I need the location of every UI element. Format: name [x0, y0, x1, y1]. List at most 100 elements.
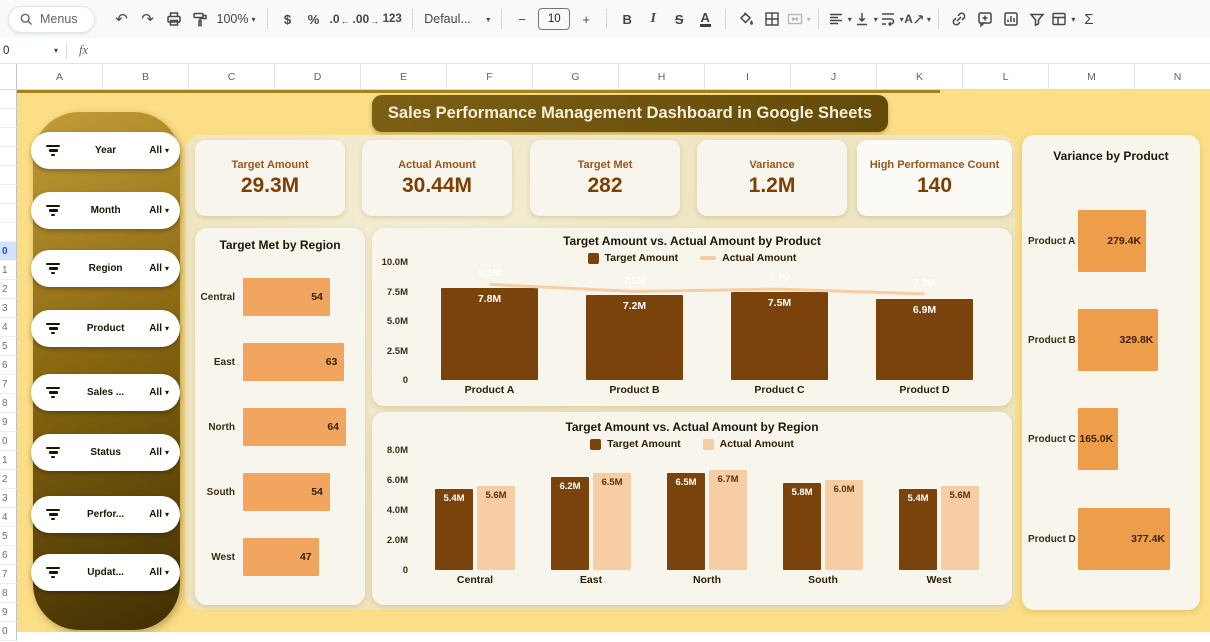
row-header[interactable]: 8 — [0, 394, 17, 413]
filter-pill-perfor[interactable]: Perfor...All▾ — [31, 496, 180, 533]
filter-pill-product[interactable]: ProductAll▾ — [31, 310, 180, 347]
redo-button[interactable]: ↷ — [135, 6, 161, 32]
vertical-align-button[interactable]: ▾ — [852, 6, 878, 32]
filter-value-dropdown[interactable]: All▾ — [149, 323, 169, 334]
filter-value-dropdown[interactable]: All▾ — [149, 509, 169, 520]
borders-button[interactable] — [759, 6, 785, 32]
functions-button[interactable]: Σ — [1076, 6, 1102, 32]
row-header[interactable] — [0, 128, 17, 147]
strikethrough-button[interactable]: S — [666, 6, 692, 32]
fill-color-button[interactable] — [733, 6, 759, 32]
sheet-canvas[interactable]: Sales Performance Management Dashboard i… — [17, 90, 1210, 642]
filter-value-dropdown[interactable]: All▾ — [149, 263, 169, 274]
increase-decimal-button[interactable]: .00→ — [353, 6, 380, 32]
chart-variance-by-product[interactable]: Variance by Product Product A279.4KProdu… — [1022, 135, 1200, 610]
create-filter-button[interactable] — [1024, 6, 1050, 32]
text-wrap-button[interactable]: ▾ — [878, 6, 904, 32]
row-header[interactable]: 1 — [0, 261, 17, 280]
column-header-i[interactable]: I — [705, 64, 791, 89]
filter-pill-sales[interactable]: Sales ...All▾ — [31, 374, 180, 411]
row-header[interactable] — [0, 223, 17, 242]
text-color-button[interactable]: A — [692, 6, 718, 32]
filter-pill-updat[interactable]: Updat...All▾ — [31, 554, 180, 591]
column-header-f[interactable]: F — [447, 64, 533, 89]
insert-comment-button[interactable] — [972, 6, 998, 32]
select-all-corner[interactable] — [0, 64, 17, 89]
format-percent-button[interactable]: % — [301, 6, 327, 32]
row-header[interactable]: 6 — [0, 546, 17, 565]
row-header[interactable] — [0, 109, 17, 128]
row-header[interactable]: 0 — [0, 432, 17, 451]
row-header[interactable]: 3 — [0, 489, 17, 508]
row-header[interactable] — [0, 166, 17, 185]
table-views-button[interactable]: ▾ — [1050, 6, 1076, 32]
format-currency-button[interactable]: $ — [275, 6, 301, 32]
filter-value-dropdown[interactable]: All▾ — [149, 145, 169, 156]
row-header[interactable]: 0 — [0, 242, 17, 261]
paint-format-button[interactable] — [187, 6, 213, 32]
row-header[interactable] — [0, 185, 17, 204]
column-header-n[interactable]: N — [1135, 64, 1210, 89]
insert-link-button[interactable] — [946, 6, 972, 32]
menus-search[interactable]: Menus — [8, 6, 95, 33]
value-label: 5.6M — [941, 490, 979, 501]
filter-pill-region[interactable]: RegionAll▾ — [31, 250, 180, 287]
row-header[interactable]: 7 — [0, 565, 17, 584]
column-header-b[interactable]: B — [103, 64, 189, 89]
text-rotation-button[interactable]: A ▾ — [904, 6, 931, 32]
filter-pill-year[interactable]: YearAll▾ — [31, 132, 180, 169]
bold-button[interactable]: B — [614, 6, 640, 32]
row-header[interactable]: 5 — [0, 337, 17, 356]
column-header-k[interactable]: K — [877, 64, 963, 89]
row-header[interactable]: 0 — [0, 622, 17, 641]
column-header-c[interactable]: C — [189, 64, 275, 89]
row-header[interactable] — [0, 90, 17, 109]
italic-button[interactable]: I — [640, 6, 666, 32]
increase-font-size-button[interactable]: + — [573, 6, 599, 32]
column-header-m[interactable]: M — [1049, 64, 1135, 89]
insert-chart-button[interactable] — [998, 6, 1024, 32]
filter-value-dropdown[interactable]: All▾ — [149, 205, 169, 216]
zoom-control[interactable]: 100% ▾ — [213, 6, 260, 32]
row-header[interactable]: 2 — [0, 470, 17, 489]
filter-value-dropdown[interactable]: All▾ — [149, 387, 169, 398]
decrease-font-size-button[interactable]: − — [509, 6, 535, 32]
font-select[interactable]: Defaul... ▾ — [420, 6, 494, 32]
filter-pill-month[interactable]: MonthAll▾ — [31, 192, 180, 229]
row-header[interactable]: 3 — [0, 299, 17, 318]
row-header[interactable]: 9 — [0, 413, 17, 432]
font-size-input[interactable]: 10 — [538, 8, 570, 30]
row-header[interactable]: 7 — [0, 375, 17, 394]
filter-pill-status[interactable]: StatusAll▾ — [31, 434, 180, 471]
horizontal-align-button[interactable]: ▾ — [826, 6, 852, 32]
filter-value-dropdown[interactable]: All▾ — [149, 567, 169, 578]
chart-target-met-by-region[interactable]: Target Met by Region Central54East63Nort… — [195, 228, 365, 605]
column-header-d[interactable]: D — [275, 64, 361, 89]
name-box[interactable]: 0 ▾ — [0, 45, 58, 57]
column-header-g[interactable]: G — [533, 64, 619, 89]
row-header[interactable]: 9 — [0, 603, 17, 622]
print-button[interactable] — [161, 6, 187, 32]
column-header-e[interactable]: E — [361, 64, 447, 89]
row-header[interactable]: 2 — [0, 280, 17, 299]
row-header[interactable]: 8 — [0, 584, 17, 603]
column-header-a[interactable]: A — [17, 64, 103, 89]
column-header-l[interactable]: L — [963, 64, 1049, 89]
column-header-h[interactable]: H — [619, 64, 705, 89]
row-header[interactable]: 6 — [0, 356, 17, 375]
filter-value-dropdown[interactable]: All▾ — [149, 447, 169, 458]
row-header[interactable] — [0, 147, 17, 166]
merge-cells-button[interactable]: ▾ — [785, 6, 811, 32]
row-header[interactable]: 1 — [0, 451, 17, 470]
row-header[interactable] — [0, 204, 17, 223]
column-header-j[interactable]: J — [791, 64, 877, 89]
undo-button[interactable]: ↶ — [109, 6, 135, 32]
bar-row: Product B329.8K — [1022, 309, 1200, 371]
more-formats-button[interactable]: 123 — [379, 6, 405, 32]
row-header[interactable]: 4 — [0, 318, 17, 337]
chart-target-vs-actual-by-product[interactable]: Target Amount vs. Actual Amount by Produ… — [372, 228, 1012, 406]
chart-target-vs-actual-by-region[interactable]: Target Amount vs. Actual Amount by Regio… — [372, 412, 1012, 605]
row-header[interactable]: 5 — [0, 527, 17, 546]
row-header[interactable]: 4 — [0, 508, 17, 527]
decrease-decimal-button[interactable]: .0← — [327, 6, 353, 32]
